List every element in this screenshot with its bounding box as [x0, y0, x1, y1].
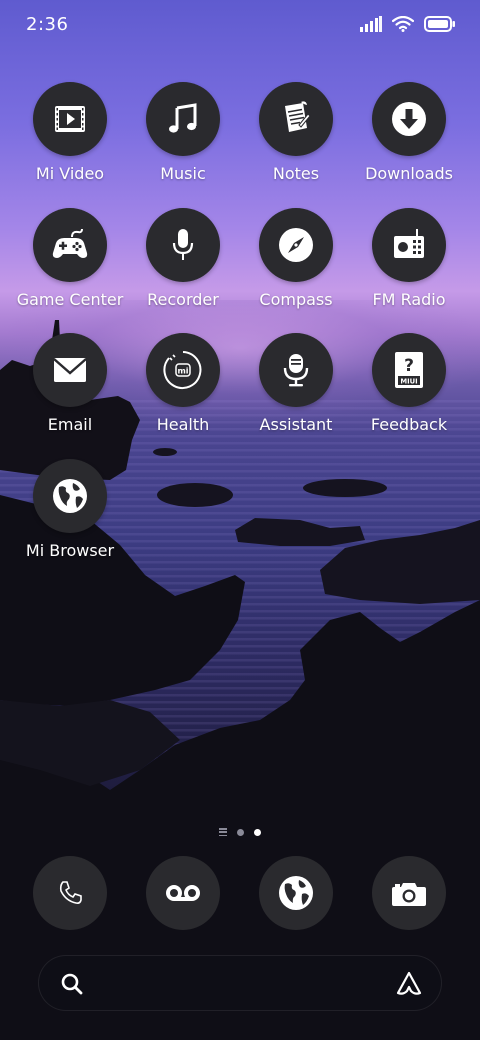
app-health[interactable]: mi Health	[128, 333, 238, 434]
app-label: Email	[47, 415, 93, 434]
app-icon[interactable]	[33, 459, 107, 533]
app-icon[interactable]	[259, 333, 333, 407]
studio-mic-icon	[283, 354, 309, 387]
app-label: Mi Browser	[25, 541, 115, 560]
globe-icon	[279, 876, 313, 910]
app-icon[interactable]	[372, 82, 446, 156]
app-icon[interactable]	[33, 333, 107, 407]
notes-paper-icon	[285, 101, 311, 132]
app-label: Game Center	[16, 290, 124, 309]
app-label: Feedback	[370, 415, 448, 434]
cellular-signal-icon	[360, 16, 382, 32]
envelope-icon	[53, 358, 87, 382]
play-video-icon	[55, 106, 85, 132]
app-icon[interactable]	[259, 82, 333, 156]
app-email[interactable]: Email	[15, 333, 125, 434]
music-note-icon	[169, 103, 197, 133]
app-mi-browser[interactable]: Mi Browser	[15, 459, 125, 560]
app-music[interactable]: Music	[128, 82, 238, 183]
radio-icon	[394, 229, 424, 258]
miui-feedback-icon: ? MIUI	[395, 352, 423, 388]
app-icon[interactable]: ? MIUI	[372, 333, 446, 407]
dock-voicemail[interactable]	[146, 856, 220, 930]
status-icons	[360, 16, 456, 32]
dock-phone[interactable]	[33, 856, 107, 930]
page-dot-1[interactable]	[237, 828, 244, 836]
app-drawer-indicator[interactable]	[219, 828, 227, 836]
app-recorder[interactable]: Recorder	[128, 208, 238, 309]
search-bar[interactable]	[38, 955, 442, 1011]
battery-icon	[424, 16, 455, 32]
app-label: Notes	[272, 164, 320, 183]
wifi-icon	[392, 16, 414, 32]
app-icon[interactable]: mi	[146, 333, 220, 407]
app-compass[interactable]: Compass	[241, 208, 351, 309]
app-assistant[interactable]: Assistant	[241, 333, 351, 434]
dock-camera[interactable]	[372, 856, 446, 930]
app-label: Recorder	[147, 290, 219, 309]
globe-icon	[53, 479, 87, 513]
app-mi-video[interactable]: Mi Video	[15, 82, 125, 183]
app-label: Assistant	[259, 415, 333, 434]
app-label: Health	[156, 415, 210, 434]
app-icon[interactable]	[372, 208, 446, 282]
microphone-icon	[172, 229, 194, 260]
app-label: Mi Video	[35, 164, 105, 183]
gamepad-icon	[52, 228, 88, 258]
status-time: 2:36	[26, 14, 69, 35]
app-label: Downloads	[365, 164, 453, 183]
app-feedback[interactable]: ? MIUI Feedback	[354, 333, 464, 434]
app-icon[interactable]	[33, 82, 107, 156]
app-fm-radio[interactable]: FM Radio	[354, 208, 464, 309]
search-icon[interactable]	[59, 971, 85, 997]
app-icon[interactable]	[33, 208, 107, 282]
app-game-center[interactable]: Game Center	[15, 208, 125, 309]
app-icon[interactable]	[146, 82, 220, 156]
status-bar: 2:36	[0, 0, 480, 50]
camera-icon	[392, 883, 426, 906]
question-mark-glyph: ?	[404, 356, 414, 376]
app-label: FM Radio	[372, 290, 446, 309]
phone-handset-icon	[59, 881, 82, 904]
app-downloads[interactable]: Downloads	[354, 82, 464, 183]
mi-health-icon: mi	[163, 351, 202, 389]
app-label: Compass	[259, 290, 333, 309]
mi-logo-text: mi	[177, 367, 188, 376]
voicemail-icon	[166, 885, 200, 901]
download-arrow-icon	[392, 102, 426, 136]
app-label: Music	[160, 164, 206, 183]
app-icon[interactable]	[146, 208, 220, 282]
assistant-logo-icon[interactable]	[395, 970, 423, 998]
page-indicator[interactable]	[0, 828, 480, 836]
page-dot-2-active[interactable]	[254, 828, 261, 836]
dock-browser[interactable]	[259, 856, 333, 930]
app-icon[interactable]	[259, 208, 333, 282]
compass-icon	[279, 228, 313, 262]
miui-text: MIUI	[400, 377, 417, 385]
app-notes[interactable]: Notes	[241, 82, 351, 183]
